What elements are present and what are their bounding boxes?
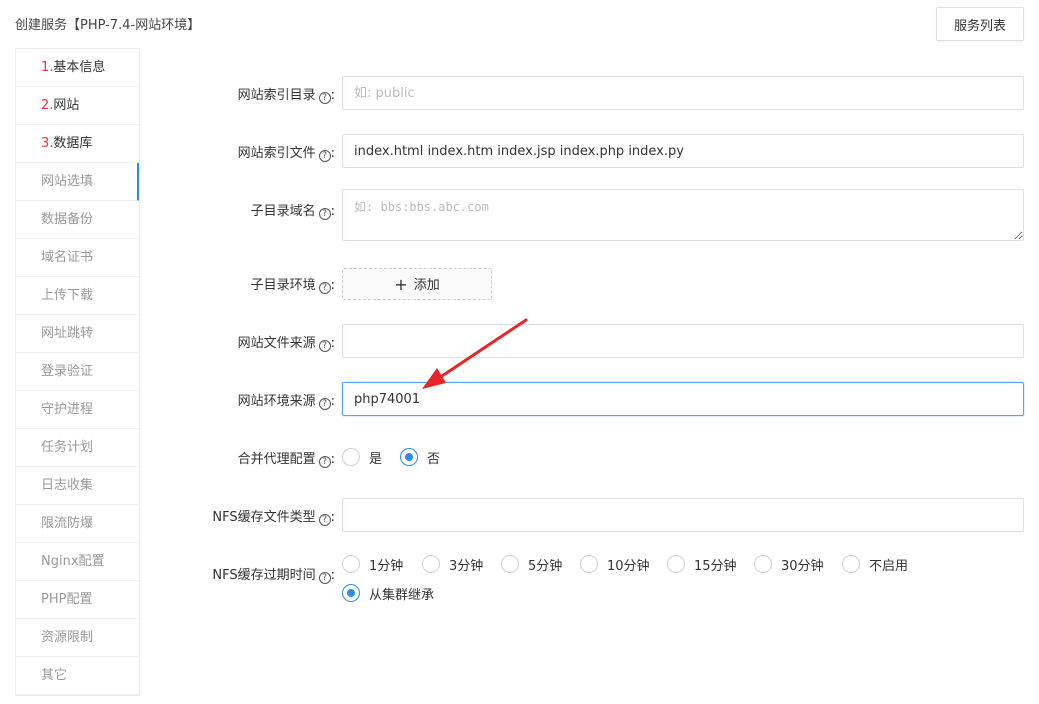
plus-icon: + xyxy=(394,275,408,294)
subdir-domain-label: 子目录域名?: xyxy=(250,204,335,220)
question-circle-icon[interactable]: ? xyxy=(318,150,331,162)
sidebar-item-url-redirect[interactable]: 网址跳转 xyxy=(16,315,139,353)
add-subdir-env-button[interactable]: + 添加 xyxy=(342,268,492,300)
sidebar-item-rate-limit[interactable]: 限流防爆 xyxy=(16,505,139,543)
question-circle-icon[interactable]: ? xyxy=(318,572,331,584)
sidebar-item-login-auth[interactable]: 登录验证 xyxy=(16,353,139,391)
env-source-label: 网站环境来源?: xyxy=(237,394,335,410)
index-dir-input[interactable] xyxy=(342,76,1024,110)
nfs-expire-3min-radio[interactable]: 3分钟 xyxy=(422,554,483,574)
sidebar-item-upload-download[interactable]: 上传下载 xyxy=(16,277,139,315)
question-circle-icon[interactable]: ? xyxy=(318,92,331,104)
radio-circle xyxy=(342,555,360,573)
file-source-label: 网站文件来源?: xyxy=(237,336,335,352)
question-circle-icon[interactable]: ? xyxy=(318,340,331,352)
merge-proxy-yes-radio[interactable]: 是 xyxy=(342,447,382,467)
question-circle-icon[interactable]: ? xyxy=(318,398,331,410)
sidebar-item-other[interactable]: 其它 xyxy=(16,657,139,695)
radio-circle xyxy=(342,448,360,466)
merge-proxy-label: 合并代理配置?: xyxy=(237,452,335,468)
subdir-env-label: 子目录环境?: xyxy=(250,278,335,294)
sidebar-item-php-config[interactable]: PHP配置 xyxy=(16,581,139,619)
sidebar-item-database[interactable]: 3.数据库 xyxy=(16,125,139,163)
nfs-expire-1min-radio[interactable]: 1分钟 xyxy=(342,554,403,574)
radio-circle xyxy=(342,584,360,602)
radio-circle xyxy=(422,555,440,573)
index-file-label: 网站索引文件?: xyxy=(237,146,335,162)
radio-circle xyxy=(667,555,685,573)
sidebar-item-daemon[interactable]: 守护进程 xyxy=(16,391,139,429)
nfs-file-type-label: NFS缓存文件类型?: xyxy=(212,510,335,526)
sidebar-item-resource-limit[interactable]: 资源限制 xyxy=(16,619,139,657)
nfs-expire-label: NFS缓存过期时间?: xyxy=(212,568,335,584)
header: 创建服务【PHP-7.4-网站环境】 服务列表 xyxy=(0,0,1039,46)
nfs-expire-10min-radio[interactable]: 10分钟 xyxy=(580,554,650,574)
sidebar-item-nginx-config[interactable]: Nginx配置 xyxy=(16,543,139,581)
sidebar-item-domain-cert[interactable]: 域名证书 xyxy=(16,239,139,277)
radio-circle xyxy=(842,555,860,573)
sidebar-item-cron[interactable]: 任务计划 xyxy=(16,429,139,467)
sidebar-item-basic-info[interactable]: 1.基本信息 xyxy=(16,49,139,87)
subdir-domain-textarea[interactable] xyxy=(342,189,1024,241)
nfs-expire-5min-radio[interactable]: 5分钟 xyxy=(501,554,562,574)
radio-circle xyxy=(400,448,418,466)
nfs-expire-disabled-radio[interactable]: 不启用 xyxy=(842,554,908,574)
nfs-file-type-input[interactable] xyxy=(342,498,1024,532)
question-circle-icon[interactable]: ? xyxy=(318,208,331,220)
index-dir-label: 网站索引目录?: xyxy=(237,88,335,104)
page-title: 创建服务【PHP-7.4-网站环境】 xyxy=(15,18,201,33)
nfs-expire-15min-radio[interactable]: 15分钟 xyxy=(667,554,737,574)
sidebar-item-website-optional[interactable]: 网站选填 xyxy=(16,163,139,201)
sidebar-item-log-collect[interactable]: 日志收集 xyxy=(16,467,139,505)
file-source-input[interactable] xyxy=(342,324,1024,358)
index-file-input[interactable] xyxy=(342,134,1024,168)
question-circle-icon[interactable]: ? xyxy=(318,282,331,294)
question-circle-icon[interactable]: ? xyxy=(318,456,331,468)
sidebar-item-data-backup[interactable]: 数据备份 xyxy=(16,201,139,239)
service-list-button[interactable]: 服务列表 xyxy=(936,7,1024,41)
radio-circle xyxy=(580,555,598,573)
merge-proxy-no-radio[interactable]: 否 xyxy=(400,447,440,467)
radio-circle xyxy=(754,555,772,573)
nfs-expire-30min-radio[interactable]: 30分钟 xyxy=(754,554,824,574)
sidebar: 1.基本信息 2.网站 3.数据库 网站选填 数据备份 域名证书 上传下载 网址… xyxy=(15,48,140,696)
nfs-expire-inherit-radio[interactable]: 从集群继承 xyxy=(342,583,434,603)
question-circle-icon[interactable]: ? xyxy=(318,514,331,526)
radio-circle xyxy=(501,555,519,573)
sidebar-item-website[interactable]: 2.网站 xyxy=(16,87,139,125)
env-source-input[interactable] xyxy=(342,382,1024,416)
